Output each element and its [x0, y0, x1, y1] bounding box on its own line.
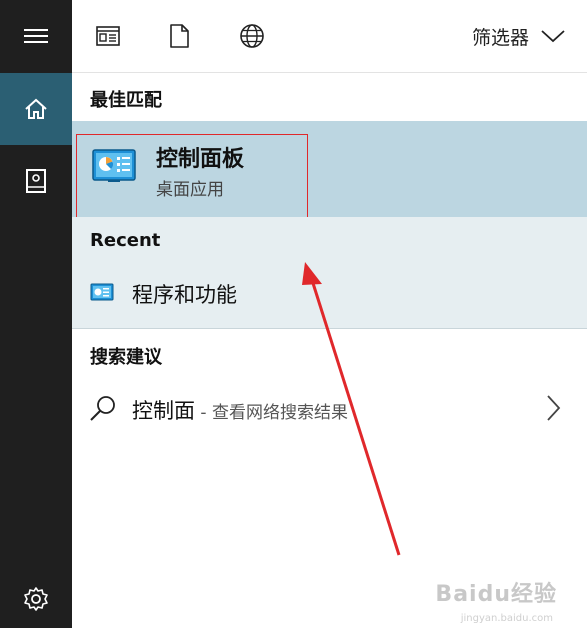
- suggestion-query: 控制面: [132, 399, 195, 423]
- hamburger-menu-icon: [24, 29, 48, 43]
- search-window: 筛选器 最佳匹配 控制面板 桌面应用 Recent 程序和功能 搜索建议 控制面…: [0, 0, 587, 628]
- chevron-right-icon[interactable]: [545, 394, 561, 422]
- left-rail: [0, 0, 72, 628]
- toolbar: 筛选器: [72, 0, 587, 73]
- notebook-icon: [26, 169, 46, 193]
- web-globe-icon: [240, 24, 264, 48]
- apps-filter-button[interactable]: [90, 18, 126, 54]
- best-match-result[interactable]: 控制面板 桌面应用: [72, 121, 587, 218]
- suggestions-heading: 搜索建议: [90, 347, 162, 368]
- home-icon: [25, 98, 47, 119]
- notebook-button[interactable]: [0, 145, 72, 217]
- home-button[interactable]: [0, 73, 72, 145]
- recent-item[interactable]: 程序和功能: [72, 270, 587, 318]
- recent-heading: Recent: [90, 230, 161, 251]
- watermark-logo: Baidu经验: [435, 582, 557, 607]
- apps-icon: [96, 26, 120, 46]
- results-panel: 筛选器 最佳匹配 控制面板 桌面应用 Recent 程序和功能 搜索建议 控制面…: [72, 0, 587, 628]
- suggestion-text: 控制面 - 查看网络搜索结果: [132, 395, 348, 425]
- web-filter-button[interactable]: [234, 18, 270, 54]
- control-panel-icon: [92, 149, 136, 182]
- best-match-heading: 最佳匹配: [90, 90, 162, 111]
- suggestion-hint: - 查看网络搜索结果: [195, 403, 348, 423]
- chevron-down-icon: [541, 30, 565, 43]
- settings-button[interactable]: [0, 570, 72, 628]
- hamburger-menu-button[interactable]: [0, 0, 72, 72]
- control-panel-icon: [90, 283, 114, 301]
- best-match-title: 控制面板: [156, 147, 245, 172]
- recent-item-label: 程序和功能: [132, 283, 237, 307]
- filter-label: 筛选器: [471, 26, 529, 49]
- search-icon: [90, 396, 115, 421]
- settings-gear-icon: [24, 587, 48, 611]
- documents-filter-button[interactable]: [161, 18, 197, 54]
- best-match-subtitle: 桌面应用: [156, 180, 224, 200]
- filter-dropdown[interactable]: 筛选器: [472, 22, 565, 50]
- documents-icon: [170, 24, 189, 48]
- watermark-url: jingyan.baidu.com: [460, 613, 553, 624]
- web-suggestion-item[interactable]: 控制面 - 查看网络搜索结果: [72, 383, 587, 433]
- recent-section: Recent 程序和功能: [72, 217, 587, 329]
